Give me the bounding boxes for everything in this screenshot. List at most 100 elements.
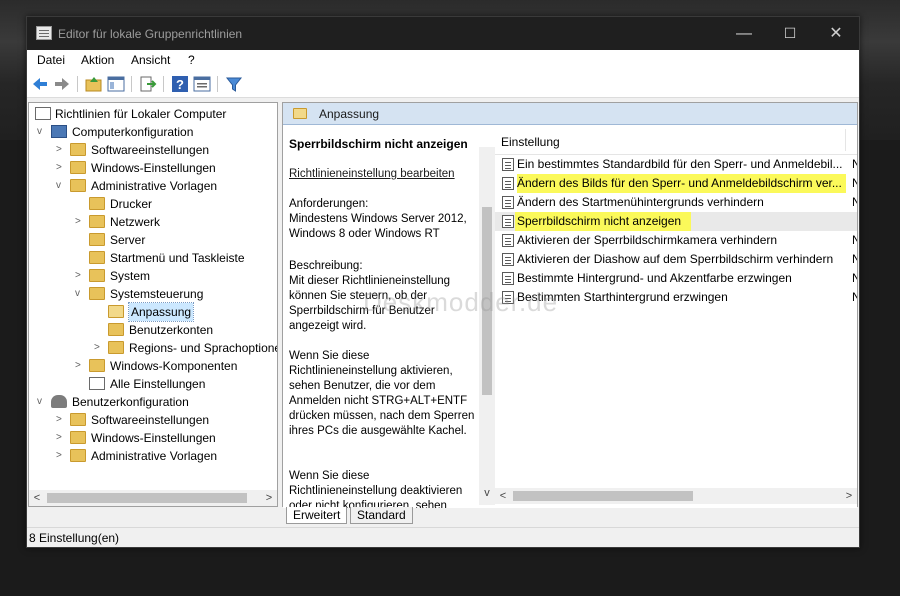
chevron-right-icon[interactable]: > bbox=[75, 267, 85, 285]
scroll-left-icon[interactable]: < bbox=[495, 488, 511, 504]
computer-icon bbox=[51, 125, 67, 138]
list-item[interactable]: Ändern des Startmenühintergrunds verhind… bbox=[495, 193, 857, 212]
folder-icon bbox=[70, 449, 86, 462]
scroll-right-icon[interactable]: > bbox=[841, 488, 857, 504]
list-item-state: N bbox=[852, 290, 857, 304]
scrollbar-thumb[interactable] bbox=[513, 491, 693, 501]
tree-label: Softwareeinstellungen bbox=[91, 143, 210, 157]
menu-ansicht[interactable]: Ansicht bbox=[131, 53, 170, 67]
list-item[interactable]: Aktivieren der Diashow auf dem Sperrbild… bbox=[495, 250, 857, 269]
chevron-right-icon[interactable]: > bbox=[75, 213, 85, 231]
export-list-icon[interactable] bbox=[139, 75, 157, 93]
policy-setting-icon bbox=[502, 234, 514, 247]
list-item[interactable]: Ein bestimmtes Standardbild für den Sper… bbox=[495, 155, 857, 174]
tree-label: Windows-Einstellungen bbox=[91, 431, 216, 445]
tab-standard[interactable]: Standard bbox=[350, 507, 413, 524]
chevron-down-icon[interactable]: v bbox=[37, 123, 47, 141]
list-item-label-highlighted: Ändern des Bilds für den Sperr- und Anme… bbox=[517, 174, 846, 193]
chevron-right-icon[interactable]: > bbox=[56, 411, 66, 429]
tree-expander bbox=[75, 231, 85, 249]
folder-open-icon bbox=[293, 108, 307, 119]
back-arrow-icon[interactable] bbox=[31, 75, 49, 93]
tree-label: Computerkonfiguration bbox=[72, 125, 194, 139]
policy-setting-icon bbox=[502, 272, 514, 285]
tree-label: Administrative Vorlagen bbox=[91, 179, 218, 193]
list-item[interactable]: Ändern des Bilds für den Sperr- und Anme… bbox=[495, 174, 857, 193]
folder-icon bbox=[70, 431, 86, 444]
folder-icon bbox=[70, 413, 86, 426]
chevron-down-icon[interactable]: v bbox=[56, 177, 66, 195]
tree-label: Windows-Einstellungen bbox=[91, 161, 216, 175]
tree-label: Administrative Vorlagen bbox=[91, 449, 218, 463]
folder-icon bbox=[89, 197, 105, 210]
scroll-left-icon[interactable]: < bbox=[29, 490, 45, 506]
folder-icon bbox=[89, 287, 105, 300]
menu-help[interactable]: ? bbox=[188, 53, 195, 67]
tab-erweitert[interactable]: Erweitert bbox=[286, 507, 348, 524]
list-item-selected[interactable]: Sperrbildschirm nicht anzeigen bbox=[495, 212, 857, 231]
chevron-down-icon[interactable]: v bbox=[75, 285, 85, 303]
view-tabs: Erweitert Standard bbox=[284, 507, 484, 525]
tree-label: System bbox=[110, 269, 151, 283]
close-button[interactable]: ✕ bbox=[813, 17, 859, 50]
navigation-tree: Richtlinien für Lokaler Computer v Comput… bbox=[28, 102, 278, 507]
forward-arrow-icon[interactable] bbox=[53, 75, 71, 93]
chevron-right-icon[interactable]: > bbox=[56, 447, 66, 465]
policy-doc-icon bbox=[35, 107, 51, 120]
scroll-right-icon[interactable]: > bbox=[261, 490, 277, 506]
list-item-label: Aktivieren der Sperrbildschirmkamera ver… bbox=[517, 233, 778, 247]
policy-setting-icon bbox=[502, 253, 514, 266]
policy-setting-icon bbox=[502, 177, 514, 190]
tree-horizontal-scrollbar[interactable]: < > bbox=[29, 490, 277, 506]
watermark: Deskmodder.de bbox=[363, 287, 559, 317]
chevron-right-icon[interactable]: > bbox=[56, 429, 66, 447]
list-item-label: Ändern des Startmenühintergrunds verhind… bbox=[517, 195, 764, 209]
menu-aktion[interactable]: Aktion bbox=[81, 53, 114, 67]
help-icon[interactable]: ? bbox=[171, 75, 189, 93]
filter-icon[interactable] bbox=[225, 75, 243, 93]
folder-icon bbox=[89, 251, 105, 264]
status-bar: 8 Einstellung(en) bbox=[27, 527, 859, 547]
menu-datei[interactable]: Datei bbox=[37, 53, 65, 67]
folder-icon bbox=[70, 143, 86, 156]
toolbar: ? bbox=[27, 70, 859, 98]
properties-icon[interactable] bbox=[193, 75, 211, 93]
up-folder-icon[interactable] bbox=[85, 75, 103, 93]
list-horizontal-scrollbar[interactable]: < > bbox=[495, 488, 857, 504]
category-title: Anpassung bbox=[319, 107, 380, 121]
list-item-state: N bbox=[852, 233, 857, 247]
tree-label: Benutzerkonfiguration bbox=[72, 395, 189, 409]
folder-icon bbox=[108, 341, 124, 354]
list-item-state: N bbox=[852, 157, 857, 171]
scroll-down-icon[interactable]: v bbox=[479, 487, 495, 503]
menu-bar: Datei Aktion Ansicht ? bbox=[27, 50, 859, 70]
tree-label: Server bbox=[110, 233, 146, 247]
maximize-button[interactable]: ☐ bbox=[767, 17, 813, 50]
list-item-state: N bbox=[852, 252, 857, 266]
window-title: Editor für lokale Gruppenrichtlinien bbox=[58, 27, 243, 41]
policy-setting-icon bbox=[502, 215, 514, 228]
chevron-right-icon[interactable]: > bbox=[75, 357, 85, 375]
chevron-right-icon[interactable]: > bbox=[56, 141, 66, 159]
folder-icon bbox=[89, 359, 105, 372]
title-bar[interactable]: Editor für lokale Gruppenrichtlinien — ☐… bbox=[27, 17, 859, 50]
minimize-button[interactable]: — bbox=[721, 17, 767, 50]
list-item[interactable]: Bestimmte Hintergrund- und Akzentfarbe e… bbox=[495, 269, 857, 288]
tree-label: Systemsteuerung bbox=[110, 287, 204, 301]
show-hide-tree-icon[interactable] bbox=[107, 75, 125, 93]
description-vertical-scrollbar[interactable]: v bbox=[479, 147, 495, 505]
list-column-header[interactable]: Einstellung bbox=[495, 125, 857, 155]
chevron-down-icon[interactable]: v bbox=[37, 393, 47, 411]
setting-title: Sperrbildschirm nicht anzeigen bbox=[289, 137, 468, 151]
chevron-right-icon[interactable]: > bbox=[56, 159, 66, 177]
tree-label: Netzwerk bbox=[110, 215, 161, 229]
chevron-right-icon[interactable]: > bbox=[94, 339, 104, 357]
edit-policy-link[interactable]: Richtlinieneinstellung bearbeiten bbox=[289, 167, 479, 182]
folder-icon bbox=[89, 215, 105, 228]
column-einstellung[interactable]: Einstellung bbox=[501, 135, 560, 149]
column-divider[interactable] bbox=[845, 129, 846, 151]
tree-label: Drucker bbox=[110, 197, 153, 211]
scrollbar-thumb[interactable] bbox=[47, 493, 247, 503]
list-item[interactable]: Aktivieren der Sperrbildschirmkamera ver… bbox=[495, 231, 857, 250]
list-item-label-highlighted: Sperrbildschirm nicht anzeigen bbox=[515, 212, 692, 231]
